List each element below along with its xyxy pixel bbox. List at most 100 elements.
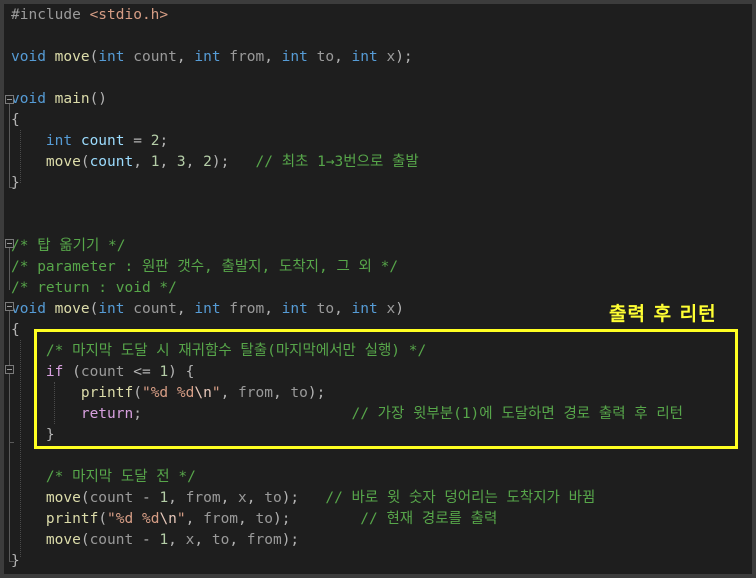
code-token: ,	[264, 301, 282, 317]
code-token: );	[281, 532, 300, 548]
code-token: int	[351, 301, 387, 317]
code-token: int	[281, 49, 317, 65]
code-token: to	[211, 532, 230, 548]
code-token: int	[281, 301, 317, 317]
code-token: ,	[185, 511, 204, 527]
code-token: /* 탑 옮기기 */	[11, 238, 126, 254]
code-token: count	[133, 49, 177, 65]
code-text: void move(int count, int from, int to, i…	[11, 47, 413, 68]
indent-guide	[20, 340, 21, 557]
code-token: (	[80, 490, 90, 506]
code-token: to	[264, 490, 282, 506]
collapse-comment-icon[interactable]	[5, 239, 14, 248]
code-token: ,	[168, 490, 186, 506]
code-token: printf	[45, 511, 99, 527]
code-token: move	[54, 49, 90, 65]
code-token: count	[89, 490, 134, 506]
code-token: move	[45, 532, 81, 548]
code-token: }	[11, 175, 20, 191]
code-token: =	[124, 133, 151, 149]
code-token: ,	[334, 301, 352, 317]
code-text: /* 탑 옮기기 */	[11, 236, 125, 257]
code-token: ,	[168, 532, 186, 548]
code-token: to	[316, 49, 335, 65]
code-token: ,	[194, 532, 212, 548]
code-token: count	[80, 133, 125, 149]
code-token: ,	[176, 49, 195, 65]
code-token: ,	[159, 154, 177, 170]
code-token: from	[229, 301, 265, 317]
code-text: move(count, 1, 3, 2); // 최초 1→3번으로 출발	[11, 152, 419, 173]
code-token: // 현재 경로를 출력	[360, 511, 498, 527]
code-text: void main()	[11, 89, 107, 110]
code-token: ,	[220, 490, 239, 506]
code-token: ()	[89, 91, 108, 107]
code-token: (	[80, 532, 90, 548]
code-token: #include	[11, 7, 90, 23]
code-token: {	[11, 112, 20, 128]
fold-line	[9, 311, 10, 561]
code-token: int	[194, 301, 230, 317]
code-token: from	[229, 49, 265, 65]
code-token: to	[255, 511, 273, 527]
code-token: ,	[334, 49, 352, 65]
code-token: void	[11, 301, 55, 317]
code-token: main	[54, 91, 90, 107]
collapse-if-icon[interactable]	[5, 365, 14, 374]
code-token: (	[89, 49, 99, 65]
code-token: ,	[185, 154, 204, 170]
indent-guide	[20, 130, 21, 183]
code-token: x	[238, 490, 247, 506]
code-text: {	[11, 110, 20, 131]
annotation-label: 출력 후 리턴	[609, 303, 717, 325]
collapse-move-icon[interactable]	[5, 302, 14, 311]
code-token: 3	[176, 154, 186, 170]
fold-line	[9, 248, 10, 290]
code-token: from	[246, 532, 282, 548]
code-token: );	[272, 511, 361, 527]
code-token: -	[133, 490, 160, 506]
code-token: <stdio.h>	[89, 7, 169, 23]
code-token: count	[133, 301, 177, 317]
code-token: from	[185, 490, 221, 506]
code-token: void	[11, 49, 55, 65]
code-token: // 최초 1→3번으로 출발	[255, 154, 419, 170]
code-token: move	[45, 490, 81, 506]
code-text: int count = 2;	[11, 131, 168, 152]
code-text: printf("%d %d\n", from, to); // 현재 경로를 출…	[11, 509, 497, 530]
code-text: #include <stdio.h>	[11, 5, 168, 26]
code-token: );	[395, 49, 413, 65]
code-token: "%d %d	[107, 511, 160, 527]
code-token: int	[351, 49, 387, 65]
code-token: // 바로 윗 숫자 덩어리는 도착지가 바뀜	[325, 490, 596, 506]
code-token: count	[89, 154, 134, 170]
code-token: ,	[133, 154, 151, 170]
code-text: void move(int count, int from, int to, i…	[11, 299, 404, 320]
code-token: /* parameter : 원판 갯수, 출발지, 도착지, 그 외 */	[11, 259, 399, 275]
fold-end-marker	[9, 442, 14, 443]
code-token: ,	[246, 490, 265, 506]
code-token: move	[54, 301, 90, 317]
code-token: from	[203, 511, 239, 527]
code-token: {	[11, 322, 20, 338]
code-token: /* return : void */	[11, 280, 177, 296]
fold-line	[9, 104, 10, 187]
code-text: /* 마지막 도달 전 */	[11, 467, 196, 488]
code-token: \n	[159, 511, 177, 527]
code-text: }	[11, 173, 20, 194]
code-token: int	[194, 49, 230, 65]
code-token: 1	[159, 532, 169, 548]
code-token: ;	[159, 133, 169, 149]
fold-end-marker	[9, 561, 14, 562]
collapse-main-icon[interactable]	[5, 95, 14, 104]
code-text: move(count - 1, x, to, from);	[11, 530, 299, 551]
code-editor[interactable]: #include <stdio.h> void move(int count, i…	[4, 4, 752, 574]
code-token: /* 마지막 도달 전 */	[45, 469, 196, 485]
code-token: x	[386, 301, 396, 317]
highlight-box	[34, 329, 738, 449]
